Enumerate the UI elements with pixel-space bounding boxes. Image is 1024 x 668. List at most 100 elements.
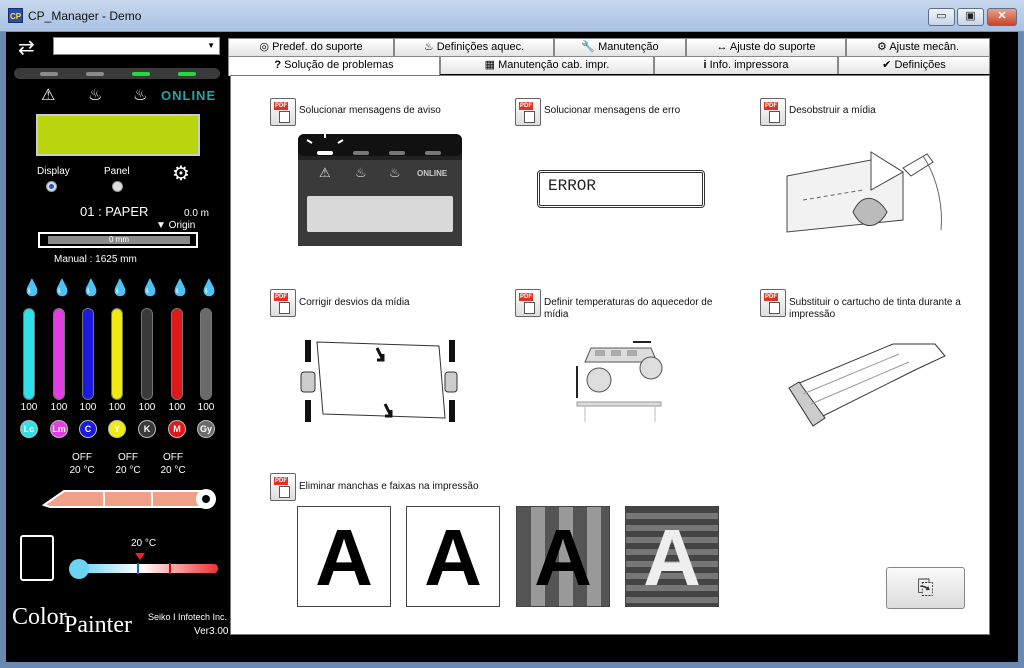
ink-level-bar [23,308,35,400]
item-clear-media-jam[interactable]: Desobstruir a mídia [789,105,949,117]
status-led [86,72,104,76]
heater-state: OFF [118,452,138,463]
minimize-button[interactable]: ▭ [928,8,955,26]
horizontal-arrows-icon: ↔ [716,41,728,53]
maker-name: Seiko I Infotech Inc. [148,612,228,622]
origin-label: ▼ Origin [156,220,196,231]
printer-status-panel: ⇄ ▼ ⚠ ♨ ♨ ONLINE Display Panel ⚙ 01 : PA… [6,32,228,662]
pdf-icon[interactable]: PDF [270,289,296,317]
pdf-icon[interactable]: PDF [270,473,296,501]
version-label: Ver3.00 [194,626,229,637]
panel-online-label: ONLINE [417,169,448,178]
ink-level-value: 100 [20,402,38,413]
heater-temp: 20 °C [160,465,186,476]
pdf-icon[interactable]: PDF [760,289,786,317]
tab-label: Manutenção cab. impr. [498,59,610,71]
panel-settings-icon[interactable]: ⚙ [172,161,190,186]
display-radio-label: Display [37,166,70,177]
lcd-display [36,114,200,156]
svg-text:⚠: ⚠ [319,165,331,180]
tab-heater-settings[interactable]: ♨ Definições aquec. [394,38,554,56]
wrench-icon: 🔧 [581,41,596,53]
ink-color-badge: Lm [50,420,68,438]
item-heater-temperatures[interactable]: Definir temperaturas do aquecedor de míd… [544,297,724,321]
tab-printer-info[interactable]: i Info. impressora [654,56,838,74]
ink-level-bar [53,308,65,400]
printer-select[interactable]: ▼ [53,37,220,55]
status-led [178,72,196,76]
ink-drop-icon: 💧 [52,280,72,297]
ink-tank-icon: ♨ [133,87,148,104]
panel-radio-label: Panel [104,166,130,177]
item-banding-smears[interactable]: Eliminar manchas e faixas na impressão [299,481,539,493]
ink-color-badge: K [138,420,156,438]
media-position: 0.0 m [184,208,210,219]
ink-level-bar [141,308,153,400]
tab-maintenance[interactable]: 🔧 Manutenção [554,38,686,56]
ink-level-value: 100 [197,402,215,413]
tab-media-presets[interactable]: ◎ Predef. do suporte [228,38,394,56]
status-led-bar [14,68,220,79]
ink-level-fill [142,309,152,399]
svg-text:♨: ♨ [355,165,367,180]
ink-level-fill [172,309,182,399]
online-indicator: ONLINE [161,88,217,103]
print-head-icon: ▦ [484,59,496,71]
copy-button[interactable]: ⎘ [886,567,965,609]
svg-text:♨: ♨ [389,165,401,180]
tab-label: Definições [894,59,946,71]
ink-level-bar [200,308,212,400]
close-button[interactable]: ✕ [987,8,1017,26]
ink-level-value: 100 [50,402,68,413]
ink-level-bar [171,308,183,400]
tab-troubleshooting[interactable]: ? Solução de problemas [228,56,440,76]
tab-label: Ajuste mecân. [889,41,960,53]
panel-radio[interactable] [112,181,123,192]
sync-icon[interactable]: ⇄ [18,38,35,58]
media-name: 01 : PAPER [80,204,149,219]
ink-drop-icon: 💧 [170,280,190,297]
pdf-icon[interactable]: PDF [515,98,541,126]
ink-drop-icon: 💧 [199,280,219,297]
heater-state: OFF [72,452,92,463]
item-error-messages[interactable]: Solucionar mensagens de erro [544,105,724,117]
heater-state: OFF [163,452,183,463]
tab-label: Predef. do suporte [272,41,363,53]
ink-drop-icon: 💧 [110,280,130,297]
tab-settings[interactable]: ✔ Definições [838,56,990,74]
ink-level-bar [82,308,94,400]
ink-level-value: 100 [138,402,156,413]
pdf-icon[interactable]: PDF [270,98,296,126]
tab-media-adjust[interactable]: ↔ Ajuste do suporte [686,38,846,56]
maximize-button[interactable]: ▣ [957,8,984,26]
display-radio[interactable] [46,181,57,192]
heater-temp: 20 °C [69,465,95,476]
heater-diagram [42,489,216,509]
ink-level-bar [111,308,123,400]
media-jam-illustration [786,151,942,233]
pdf-icon[interactable]: PDF [515,289,541,317]
tab-label: Solução de problemas [284,59,394,71]
item-media-skew[interactable]: Corrigir desvios da mídia [299,297,469,309]
window-title: CP_Manager - Demo [28,9,142,23]
status-led [132,72,150,76]
heater-icon: ♨ [88,87,103,104]
item-warning-messages[interactable]: Solucionar mensagens de aviso [299,105,469,117]
sample-smear: A [297,506,391,607]
checkmark-icon: ✔ [882,59,892,71]
tab-mechanical-adjust[interactable]: ⚙ Ajuste mecân. [846,38,990,56]
ink-level-fill [112,309,122,399]
media-bar-fill: 0 mm [48,236,190,244]
colorpainter-logo: Color Painter Seiko I Infotech Inc. Ver3… [12,599,230,659]
ink-color-badge: Gy [197,420,215,438]
heater-path-illustration [576,341,663,422]
item-replace-cartridge[interactable]: Substituir o cartucho de tinta durante a… [789,297,979,321]
control-panel-illustration: ⚠ ♨ ♨ ONLINE [298,133,462,246]
waste-ink-tank-icon [20,535,54,581]
tab-label: Ajuste do suporte [729,41,816,53]
media-skew-illustration [300,340,458,422]
tab-head-maintenance[interactable]: ▦ Manutenção cab. impr. [440,56,654,74]
ink-color-badge: Y [108,420,126,438]
question-icon: ? [274,59,282,71]
pdf-icon[interactable]: PDF [760,98,786,126]
